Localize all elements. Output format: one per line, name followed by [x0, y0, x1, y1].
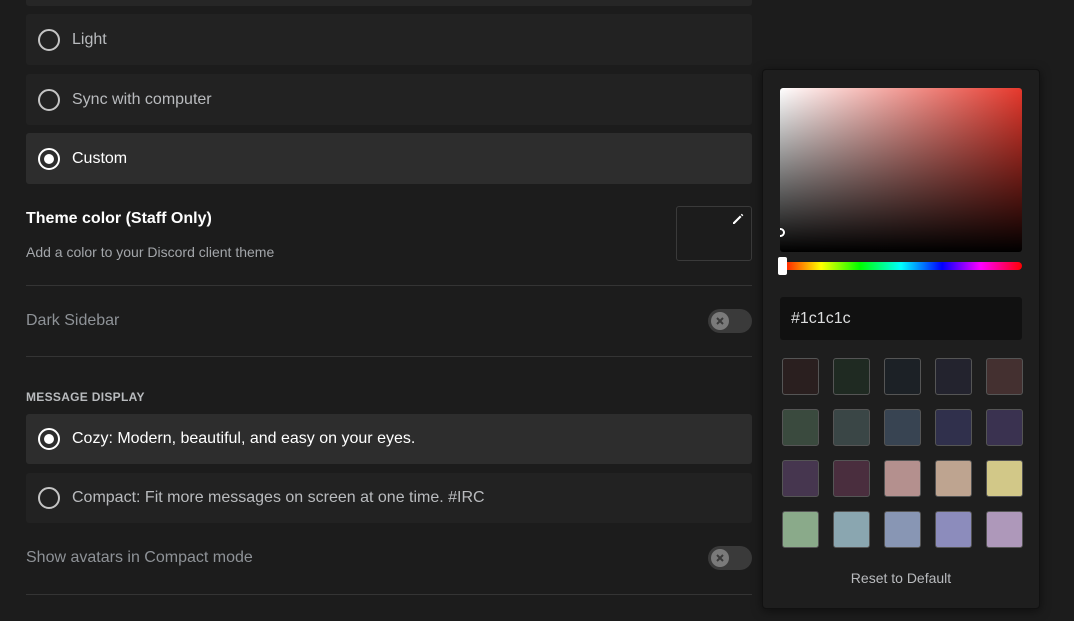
- theme-option-light[interactable]: Light: [26, 14, 752, 65]
- radio-button-checked[interactable]: [38, 428, 60, 450]
- saturation-handle[interactable]: [780, 228, 785, 237]
- toggle-knob: [711, 312, 729, 330]
- radio-button[interactable]: [38, 28, 60, 51]
- divider: [26, 285, 752, 286]
- radio-button[interactable]: [38, 88, 60, 111]
- theme-color-title: Theme color (Staff Only): [26, 210, 212, 227]
- color-swatch[interactable]: [782, 409, 819, 446]
- preset-swatch-grid: [782, 358, 1023, 548]
- color-picker-popout: Reset to Default: [762, 69, 1040, 609]
- clipped-theme-option: [26, 0, 752, 6]
- color-swatch[interactable]: [884, 460, 921, 497]
- color-swatch[interactable]: [986, 460, 1023, 497]
- color-swatch[interactable]: [935, 511, 972, 548]
- color-swatch[interactable]: [884, 358, 921, 395]
- color-swatch[interactable]: [986, 358, 1023, 395]
- dark-sidebar-toggle[interactable]: [708, 309, 752, 333]
- color-swatch[interactable]: [782, 511, 819, 548]
- pencil-icon: [733, 213, 744, 224]
- color-swatch[interactable]: [782, 460, 819, 497]
- color-swatch[interactable]: [935, 460, 972, 497]
- color-swatch[interactable]: [935, 409, 972, 446]
- dark-sidebar-label: Dark Sidebar: [26, 312, 120, 329]
- theme-option-sync[interactable]: Sync with computer: [26, 74, 752, 125]
- color-swatch[interactable]: [884, 511, 921, 548]
- hue-slider[interactable]: [780, 262, 1022, 270]
- hue-slider-handle[interactable]: [778, 257, 787, 275]
- theme-option-custom[interactable]: Custom: [26, 133, 752, 184]
- show-avatars-toggle[interactable]: [708, 546, 752, 570]
- message-display-cozy[interactable]: Cozy: Modern, beautiful, and easy on you…: [26, 414, 752, 464]
- color-swatch[interactable]: [986, 409, 1023, 446]
- color-swatch[interactable]: [833, 409, 870, 446]
- theme-option-label: Custom: [72, 149, 128, 167]
- hex-color-input[interactable]: [780, 297, 1022, 340]
- divider: [26, 594, 752, 595]
- color-swatch[interactable]: [782, 358, 819, 395]
- theme-option-label: Sync with computer: [72, 90, 212, 108]
- color-swatch[interactable]: [833, 511, 870, 548]
- theme-option-label: Light: [72, 30, 107, 48]
- color-swatch[interactable]: [986, 511, 1023, 548]
- color-swatch[interactable]: [935, 358, 972, 395]
- color-swatch[interactable]: [833, 358, 870, 395]
- message-display-compact[interactable]: Compact: Fit more messages on screen at …: [26, 473, 752, 523]
- theme-color-description: Add a color to your Discord client theme: [26, 244, 275, 260]
- close-icon: [716, 317, 724, 325]
- appearance-settings: Light Sync with computer Custom Theme co…: [0, 0, 1074, 621]
- message-display-header: MESSAGE DISPLAY: [26, 390, 145, 404]
- color-swatch[interactable]: [833, 460, 870, 497]
- toggle-knob: [711, 549, 729, 567]
- close-icon: [716, 554, 724, 562]
- color-swatch[interactable]: [884, 409, 921, 446]
- message-display-option-label: Cozy: Modern, beautiful, and easy on you…: [72, 430, 416, 447]
- saturation-value-area[interactable]: [780, 88, 1022, 252]
- reset-to-default-button[interactable]: Reset to Default: [763, 570, 1039, 586]
- theme-color-swatch-button[interactable]: [676, 206, 752, 261]
- message-display-option-label: Compact: Fit more messages on screen at …: [72, 489, 485, 506]
- radio-button[interactable]: [38, 487, 60, 509]
- radio-button-checked[interactable]: [38, 147, 60, 170]
- show-avatars-label: Show avatars in Compact mode: [26, 549, 253, 566]
- divider: [26, 356, 752, 357]
